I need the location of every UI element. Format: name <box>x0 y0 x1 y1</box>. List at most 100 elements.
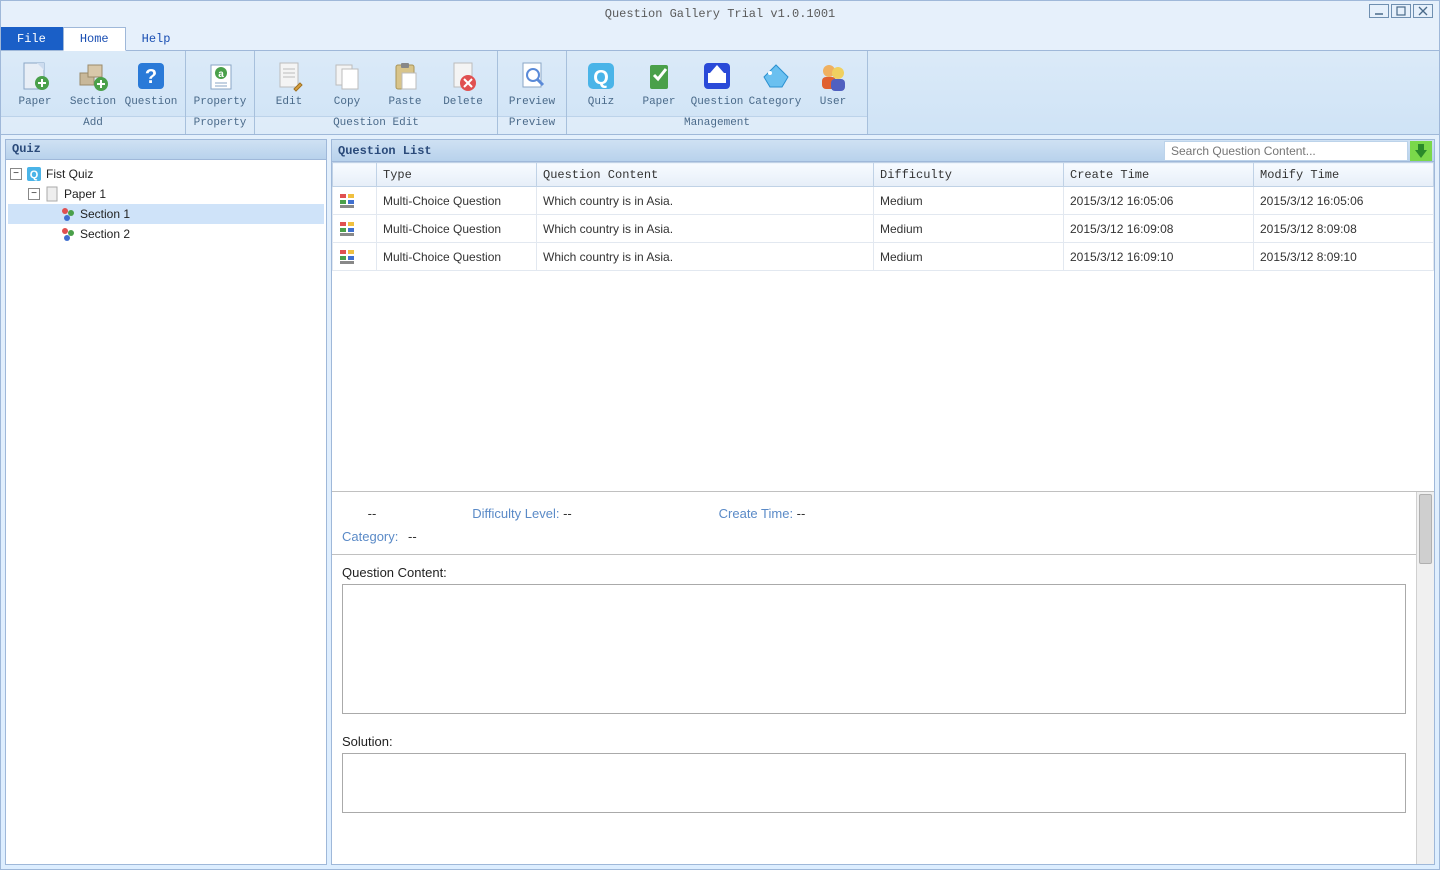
menu-row: File Home Help <box>1 27 1439 51</box>
paste-icon <box>387 58 423 94</box>
row-content: Which country is in Asia. <box>537 243 874 271</box>
row-create: 2015/3/12 16:09:08 <box>1064 215 1254 243</box>
tree-node-quiz[interactable]: − Q Fist Quiz <box>8 164 324 184</box>
question-mgmt-button[interactable]: Question <box>689 55 745 111</box>
edit-button[interactable]: Edit <box>261 55 317 111</box>
col-create[interactable]: Create Time <box>1064 163 1254 187</box>
row-content: Which country is in Asia. <box>537 215 874 243</box>
tree-node-quiz-label: Fist Quiz <box>46 167 93 181</box>
arrow-down-icon <box>1415 144 1427 158</box>
edit-icon <box>271 58 307 94</box>
question-content-label: Question Content: <box>332 555 1416 584</box>
tab-home[interactable]: Home <box>63 27 126 51</box>
category-icon <box>757 58 793 94</box>
question-list-panel: Question List Type Question Content D <box>331 139 1435 865</box>
col-difficulty[interactable]: Difficulty <box>874 163 1064 187</box>
detail-create-label: Create Time: <box>719 506 797 521</box>
tree-node-paper-label: Paper 1 <box>64 187 106 201</box>
preview-icon <box>514 58 550 94</box>
col-type[interactable]: Type <box>377 163 537 187</box>
detail-type-value: -- <box>368 506 377 521</box>
row-type: Multi-Choice Question <box>377 215 537 243</box>
copy-button[interactable]: Copy <box>319 55 375 111</box>
solution-label: Solution: <box>332 724 1416 753</box>
quiz-icon: Q <box>583 58 619 94</box>
tree-node-section-1[interactable]: Section 1 <box>8 204 324 224</box>
quiz-mgmt-button[interactable]: Q Quiz <box>573 55 629 111</box>
preview-button[interactable]: Preview <box>504 55 560 111</box>
question-list-header: Question List <box>332 140 1434 162</box>
col-icon[interactable] <box>333 163 377 187</box>
svg-text:Q: Q <box>30 169 39 181</box>
col-modify[interactable]: Modify Time <box>1254 163 1434 187</box>
user-mgmt-button[interactable]: User <box>805 55 861 111</box>
question-mgmt-icon <box>699 58 735 94</box>
add-paper-button[interactable]: Paper <box>7 55 63 111</box>
tree-node-section-1-label: Section 1 <box>80 207 130 221</box>
row-type: Multi-Choice Question <box>377 187 537 215</box>
ribbon-group-add: Paper Section ? Question Add <box>1 51 186 134</box>
ribbon-group-management-label: Management <box>567 116 867 134</box>
solution-box[interactable] <box>342 753 1406 813</box>
row-difficulty: Medium <box>874 187 1064 215</box>
detail-scrollbar[interactable] <box>1416 492 1434 864</box>
category-mgmt-button[interactable]: Category <box>747 55 803 111</box>
search-go-button[interactable] <box>1410 141 1432 161</box>
row-modify: 2015/3/12 16:05:06 <box>1254 187 1434 215</box>
close-button[interactable] <box>1413 4 1433 18</box>
question-detail-pane: -- Difficulty Level: -- Create Time: -- … <box>332 492 1434 864</box>
paper-add-icon <box>17 58 53 94</box>
row-content: Which country is in Asia. <box>537 187 874 215</box>
quiz-node-icon: Q <box>26 166 42 182</box>
question-table-wrap: Type Question Content Difficulty Create … <box>332 162 1434 492</box>
table-row[interactable]: Multi-Choice QuestionWhich country is in… <box>333 187 1434 215</box>
section-node-icon <box>60 226 76 242</box>
ribbon-group-qedit: Edit Copy Paste Delete Question Edit <box>255 51 498 134</box>
property-button[interactable]: a Property <box>192 55 248 111</box>
row-modify: 2015/3/12 8:09:08 <box>1254 215 1434 243</box>
search-input[interactable] <box>1164 141 1408 161</box>
detail-meta-row: -- Difficulty Level: -- Create Time: -- <box>332 492 1416 529</box>
detail-difficulty-value: -- <box>563 506 572 521</box>
delete-button[interactable]: Delete <box>435 55 491 111</box>
row-create: 2015/3/12 16:09:10 <box>1064 243 1254 271</box>
row-difficulty: Medium <box>874 243 1064 271</box>
row-icon-cell <box>333 215 377 243</box>
scrollbar-thumb[interactable] <box>1419 494 1432 564</box>
question-table: Type Question Content Difficulty Create … <box>332 162 1434 271</box>
window-buttons <box>1369 4 1433 18</box>
minimize-button[interactable] <box>1369 4 1389 18</box>
svg-text:?: ? <box>145 66 157 88</box>
ribbon-group-preview-label: Preview <box>498 116 566 134</box>
table-row[interactable]: Multi-Choice QuestionWhich country is in… <box>333 243 1434 271</box>
ribbon-group-preview: Preview Preview <box>498 51 567 134</box>
tree-node-paper[interactable]: − Paper 1 <box>8 184 324 204</box>
add-section-button[interactable]: Section <box>65 55 121 111</box>
question-add-icon: ? <box>133 58 169 94</box>
body-split: Quiz − Q Fist Quiz − Paper 1 Section 1 <box>1 135 1439 869</box>
ribbon-group-qedit-label: Question Edit <box>255 116 497 134</box>
tab-file[interactable]: File <box>1 27 63 50</box>
question-content-box[interactable] <box>342 584 1406 714</box>
detail-category-label: Category: <box>342 529 398 544</box>
maximize-button[interactable] <box>1391 4 1411 18</box>
tab-help[interactable]: Help <box>126 27 188 50</box>
tree-collapse-icon[interactable]: − <box>28 188 40 200</box>
tree-node-section-2[interactable]: Section 2 <box>8 224 324 244</box>
user-icon <box>815 58 851 94</box>
table-row[interactable]: Multi-Choice QuestionWhich country is in… <box>333 215 1434 243</box>
row-icon-cell <box>333 243 377 271</box>
detail-create-value: -- <box>797 506 806 521</box>
quiz-tree: − Q Fist Quiz − Paper 1 Section 1 <box>6 160 326 864</box>
ribbon: Paper Section ? Question Add a Property <box>1 51 1439 135</box>
add-question-button[interactable]: ? Question <box>123 55 179 111</box>
ribbon-group-management: Q Quiz Paper Question Category Use <box>567 51 868 134</box>
row-modify: 2015/3/12 8:09:10 <box>1254 243 1434 271</box>
table-header-row: Type Question Content Difficulty Create … <box>333 163 1434 187</box>
window-title: Question Gallery Trial v1.0.1001 <box>605 7 835 21</box>
paste-button[interactable]: Paste <box>377 55 433 111</box>
paper-mgmt-button[interactable]: Paper <box>631 55 687 111</box>
col-content[interactable]: Question Content <box>537 163 874 187</box>
row-difficulty: Medium <box>874 215 1064 243</box>
tree-collapse-icon[interactable]: − <box>10 168 22 180</box>
